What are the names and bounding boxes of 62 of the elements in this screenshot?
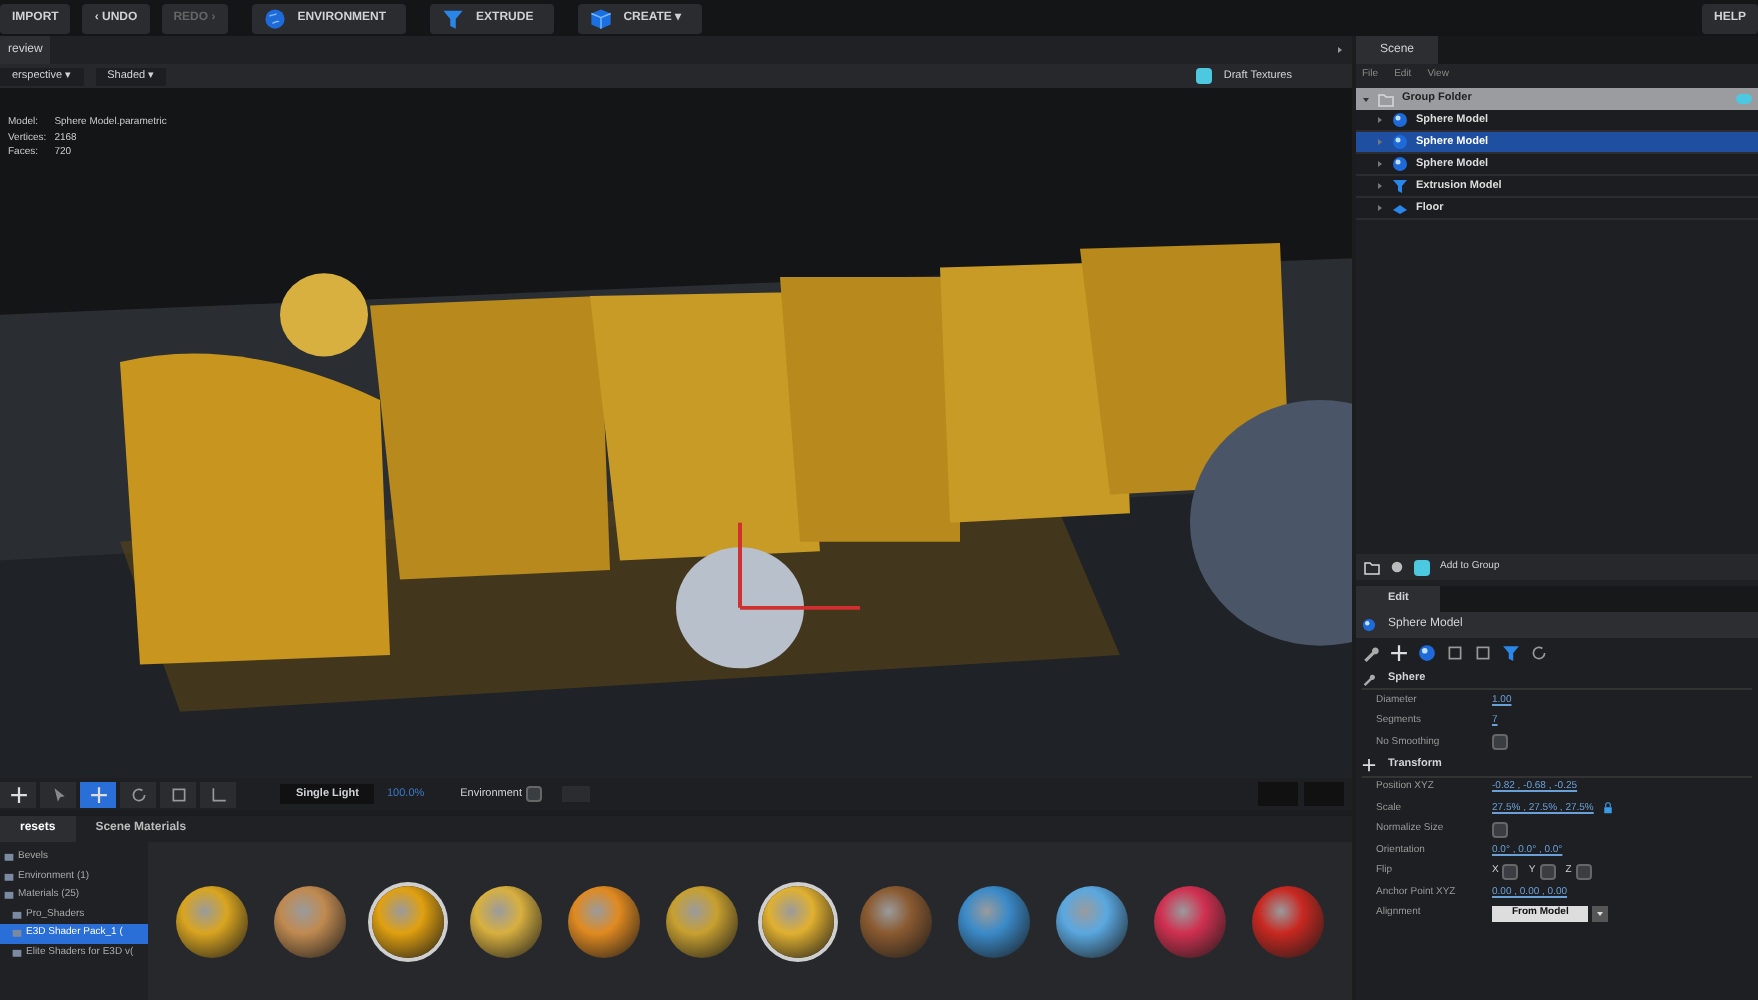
rotate-icon [1530, 643, 1548, 661]
move-icon [1390, 643, 1408, 661]
material-swatch[interactable] [1055, 885, 1128, 957]
expand-arrow-icon [1376, 116, 1384, 124]
arrow-icon [1336, 46, 1344, 54]
caret-icon [1596, 909, 1605, 918]
tool-button[interactable] [1530, 643, 1548, 661]
expand-arrow-icon [1376, 160, 1384, 168]
dropdown-caret-button[interactable] [1592, 905, 1609, 922]
globe-icon [263, 7, 286, 29]
material-swatch[interactable] [567, 885, 640, 957]
material-swatch[interactable] [762, 885, 835, 957]
add-to-group-checkbox[interactable] [1414, 559, 1430, 575]
tool-button[interactable] [160, 781, 196, 807]
material-swatch[interactable] [274, 885, 347, 957]
square-icon [1446, 643, 1464, 661]
sphere-icon [1362, 618, 1376, 632]
environment-checkbox[interactable] [526, 786, 543, 802]
move-icon [89, 785, 107, 803]
funnel-icon [1502, 643, 1520, 661]
expand-arrow-icon [1362, 95, 1370, 103]
tool-button[interactable] [200, 781, 236, 807]
material-swatch[interactable] [1251, 885, 1324, 957]
pointer-icon [49, 785, 67, 803]
material-swatch[interactable] [176, 885, 249, 957]
checkbox[interactable] [1575, 863, 1592, 880]
sphere-icon [1392, 156, 1408, 172]
checkbox[interactable] [1492, 734, 1508, 751]
tool-button[interactable] [1418, 643, 1436, 661]
tool-button[interactable] [0, 781, 36, 807]
material-swatch[interactable] [665, 885, 738, 957]
material-swatch[interactable] [958, 885, 1031, 957]
sphere-icon [1392, 134, 1408, 150]
move-icon [1362, 758, 1376, 772]
tool-button[interactable] [80, 781, 116, 807]
checkbox[interactable] [1492, 821, 1508, 838]
expand-arrow-icon [1376, 204, 1384, 212]
cube-icon [589, 7, 612, 29]
folder-icon [1378, 91, 1394, 107]
funnel-icon [442, 7, 465, 29]
tool-button[interactable] [1362, 643, 1380, 661]
sphere-icon [1418, 643, 1436, 661]
rotate-icon [129, 785, 147, 803]
expand-arrow-icon [1376, 182, 1384, 190]
material-swatch[interactable] [1153, 885, 1226, 957]
material-swatch[interactable] [860, 885, 933, 957]
material-swatch[interactable] [372, 885, 445, 957]
folder-icon [1364, 559, 1380, 575]
tool-button[interactable] [1474, 643, 1492, 661]
square-icon [1474, 643, 1492, 661]
tool-button[interactable] [120, 781, 156, 807]
move-icon [9, 785, 27, 803]
tool-button[interactable] [1446, 643, 1464, 661]
checkbox[interactable] [1539, 863, 1556, 880]
sphere-icon [1392, 112, 1408, 128]
corner-icon [209, 785, 227, 803]
checkbox[interactable] [1502, 863, 1519, 880]
material-swatch[interactable] [469, 885, 542, 957]
expand-arrow-icon [1376, 138, 1384, 146]
toggle-switch[interactable] [1736, 94, 1752, 104]
draft-textures-checkbox[interactable] [1195, 68, 1212, 84]
square-icon [169, 785, 187, 803]
